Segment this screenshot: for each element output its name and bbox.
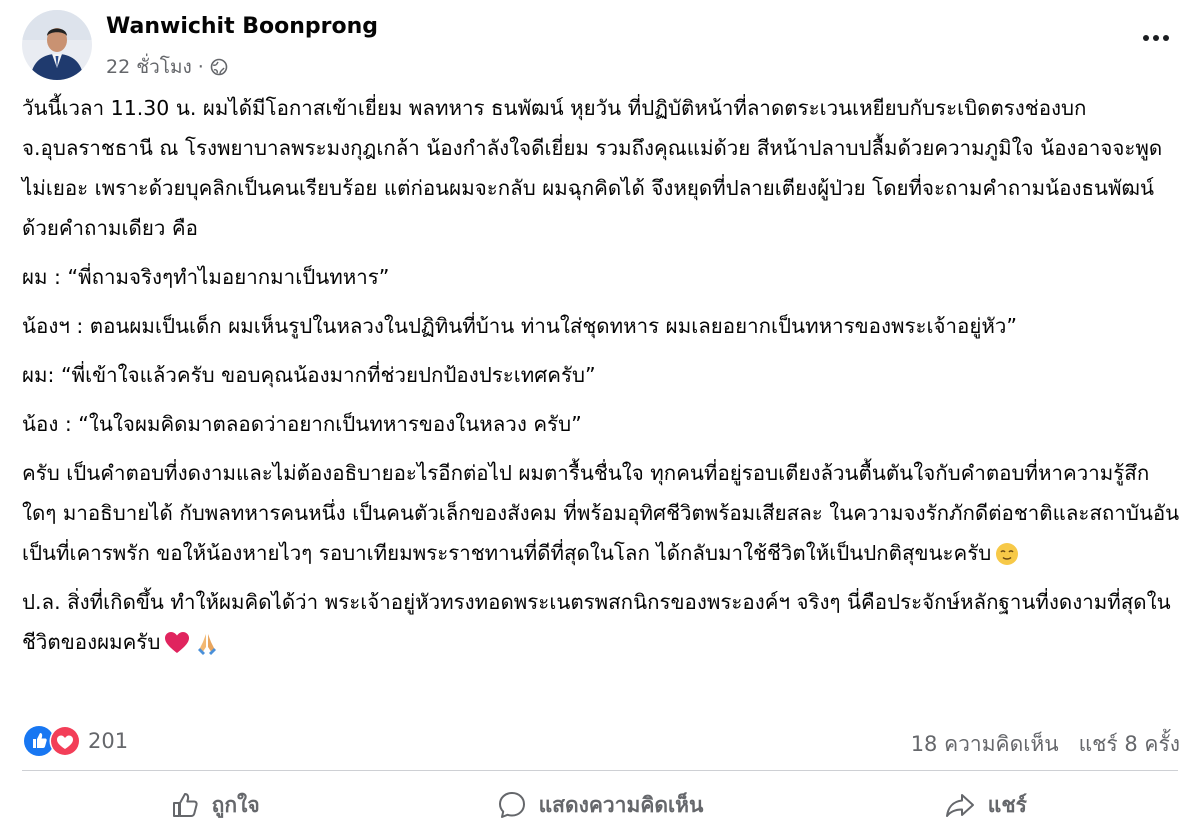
post-paragraph: ป.ล. สิ่งที่เกิดขึ้น ทำให้ผมคิดได้ว่า พร… [22,582,1182,662]
like-label: ถูกใจ [211,792,260,817]
engagement-counts: 18 ความคิดเห็น แชร์ 8 ครั้ง [911,728,1180,761]
meta-separator: · [197,56,204,78]
love-reaction-icon [49,725,81,757]
share-button[interactable]: แชร์ [793,774,1178,836]
comment-button[interactable]: แสดงความคิดเห็น [407,774,792,836]
post-paragraph: น้องฯ : ตอนผมเป็นเด็ก ผมเห็นรูปในหลวงในป… [22,314,1017,338]
reactions-summary[interactable]: 201 [22,722,128,760]
comment-bubble-icon [498,792,525,818]
reaction-icons [22,724,82,758]
globe-icon [210,58,228,76]
like-button[interactable]: ถูกใจ [22,774,407,836]
comments-count[interactable]: 18 ความคิดเห็น [911,728,1059,761]
author-name[interactable]: Wanwichit Boonprong [106,14,378,39]
red-heart-emoji-icon [165,632,190,653]
facebook-post: Wanwichit Boonprong 22 ชั่วโมง · วันนี้เ… [0,0,1200,840]
share-arrow-icon [945,794,974,817]
divider [22,770,1178,771]
avatar-image [22,10,92,80]
post-paragraph: วันนี้เวลา 11.30 น. ผมได้มีโอกาสเข้าเยี่… [22,96,1163,240]
thumbs-up-icon [172,793,198,817]
post-header: Wanwichit Boonprong 22 ชั่วโมง · [22,10,1178,82]
post-meta: 22 ชั่วโมง · [106,52,228,82]
comment-label: แสดงความคิดเห็น [538,792,704,817]
relieved-face-emoji-icon [996,543,1019,565]
post-body: วันนี้เวลา 11.30 น. ผมได้มีโอกาสเข้าเยี่… [22,88,1182,671]
author-avatar[interactable] [22,10,92,80]
more-options-icon[interactable] [1136,24,1176,52]
share-label: แชร์ [987,792,1027,817]
post-paragraph: น้อง : “ในใจผมคิดมาตลอดว่าอยากเป็นทหารขอ… [22,412,582,436]
folded-hands-emoji-icon [198,634,217,655]
post-paragraph: ผม: “พี่เข้าใจแล้วครับ ขอบคุณน้องมากที่ช… [22,363,596,387]
shares-count[interactable]: แชร์ 8 ครั้ง [1079,728,1180,761]
post-actions: ถูกใจ แสดงความคิดเห็น แชร์ [22,774,1178,836]
reactions-count[interactable]: 201 [88,729,128,753]
post-paragraph: ผม : “พี่ถามจริงๆทำไมอยากมาเป็นทหาร” [22,265,390,289]
post-time[interactable]: 22 ชั่วโมง [106,52,192,82]
post-paragraph: ครับ เป็นคำตอบที่งดงามและไม่ต้องอธิบายอะ… [22,453,1182,573]
